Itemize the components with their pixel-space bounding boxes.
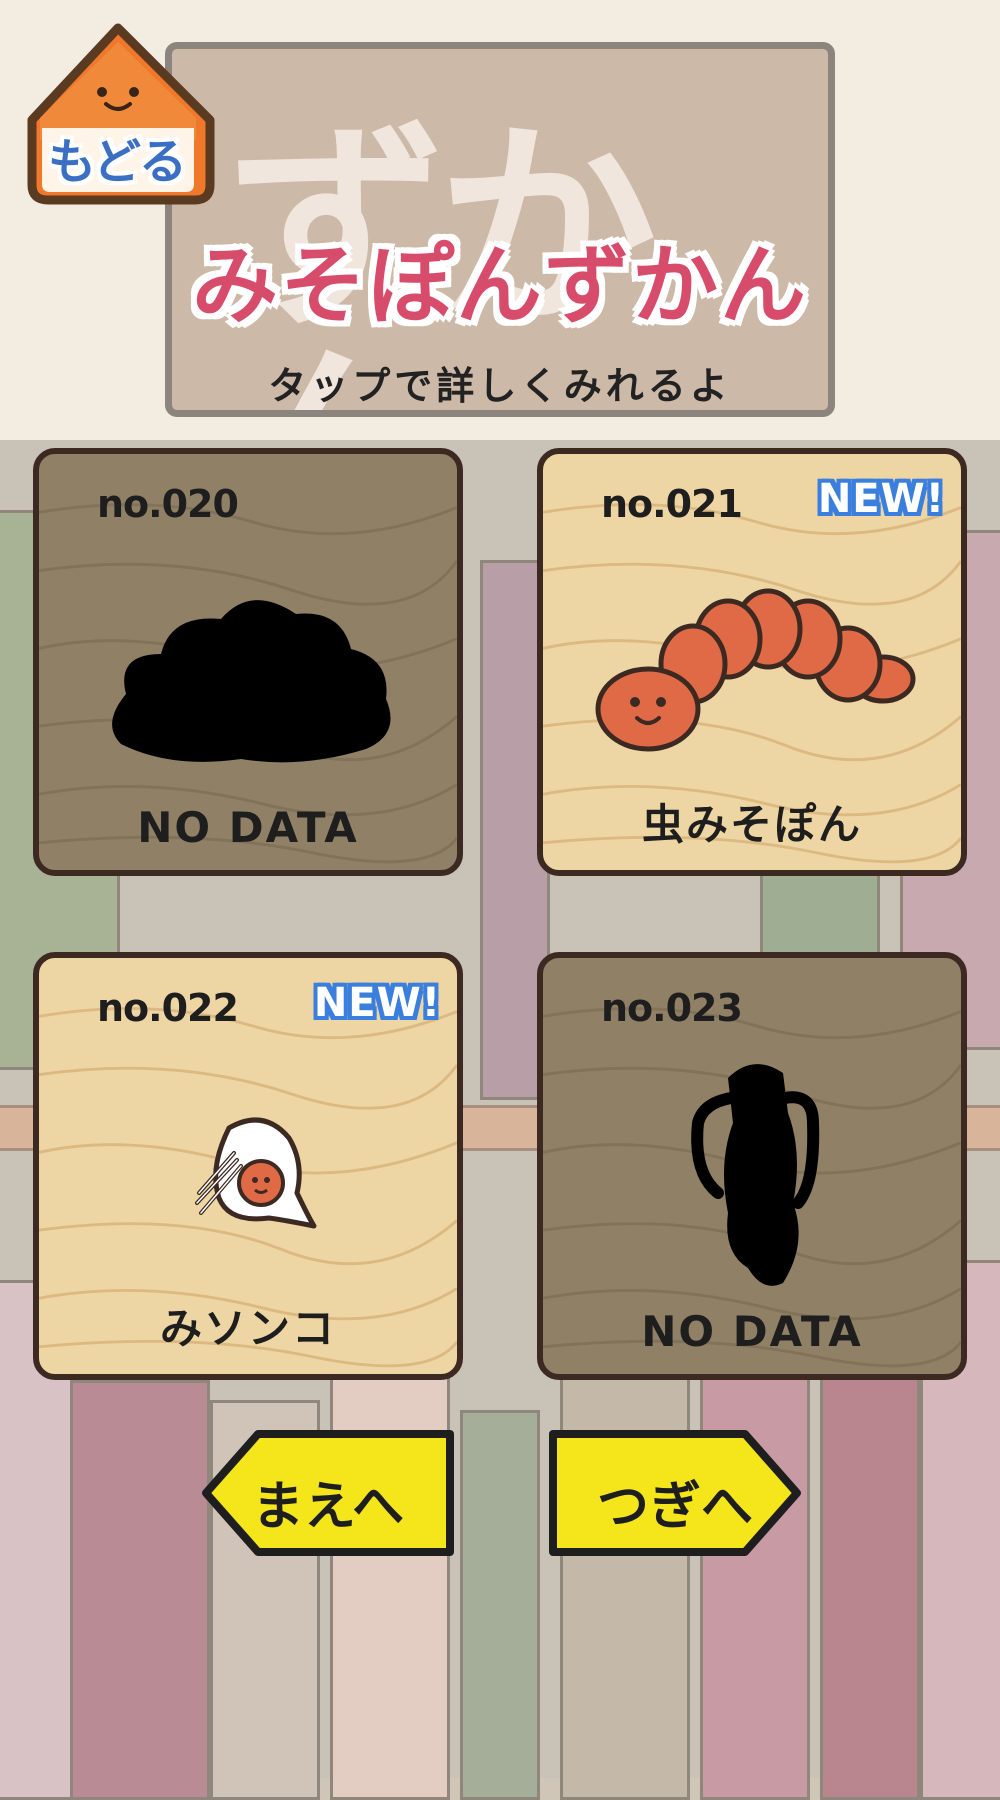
background-book — [460, 1410, 540, 1800]
white-hooded-misopon-icon — [195, 1117, 317, 1229]
new-badge: NEW! — [817, 476, 945, 522]
prev-page-label: まえへ — [251, 1477, 405, 1537]
card-name: 虫みそぽん — [641, 800, 862, 849]
new-badge: NEW! — [313, 980, 441, 1026]
next-page-label: つぎへ — [596, 1477, 753, 1537]
card-number: no.023 — [601, 986, 743, 1030]
card-number: no.022 — [97, 986, 239, 1030]
card-number: no.021 — [601, 482, 743, 526]
card-no021[interactable]: no.021 NEW! 虫みそぽん — [537, 448, 967, 876]
bush-silhouette-icon — [112, 600, 391, 763]
background-book — [330, 1340, 450, 1800]
card-name: NO DATA — [641, 1307, 863, 1356]
page-subtitle: タップで詳しくみれるよ — [268, 364, 732, 408]
prev-page-button[interactable]: まえへ — [198, 1428, 458, 1558]
card-no020[interactable]: no.020 NO DATA — [33, 448, 463, 876]
card-number: no.020 — [97, 482, 239, 526]
next-page-button[interactable]: つぎへ — [545, 1428, 805, 1558]
page-title: みそぽんずかん — [192, 236, 808, 336]
card-no022[interactable]: no.022 NEW! みソンコ — [33, 952, 463, 1380]
squid-silhouette-icon — [691, 1064, 820, 1286]
back-button-label: もどる — [48, 134, 187, 190]
background-book — [820, 1320, 920, 1800]
card-name: NO DATA — [137, 803, 359, 852]
back-button[interactable]: もどる — [18, 20, 228, 210]
card-name: みソンコ — [159, 1304, 336, 1353]
background-book — [70, 1380, 210, 1800]
card-no023[interactable]: no.023 NO DATA — [537, 952, 967, 1380]
worm-misopon-icon — [595, 588, 916, 752]
